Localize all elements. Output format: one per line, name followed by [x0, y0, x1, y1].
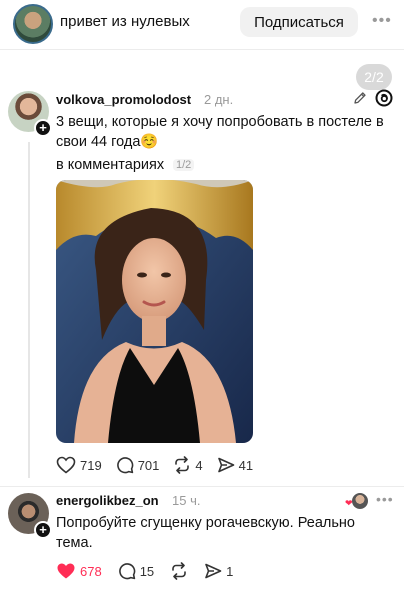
like-count: 719 [80, 457, 102, 473]
post-text: 3 вещи, которые я хочу попробовать в пос… [56, 114, 384, 150]
comment-text: Попробуйте сгущенку рогачевскую. Реально… [56, 515, 355, 551]
comment-repost-action[interactable] [170, 562, 188, 580]
comment-like-action[interactable]: 678 [56, 562, 102, 580]
share-action[interactable]: 41 [217, 456, 253, 474]
post-actions: 719 701 4 41 [56, 456, 253, 474]
post-timestamp: 2 дн. [204, 92, 234, 107]
send-icon [205, 563, 222, 579]
pencil-icon[interactable] [352, 90, 368, 106]
comment-author-username[interactable]: energolikbez_on [56, 493, 159, 508]
post-author-username[interactable]: volkova_promolodost [56, 92, 191, 107]
follow-plus-icon[interactable]: + [34, 119, 52, 137]
page-indicator-badge: 2/2 [356, 64, 392, 90]
comment-reply-count: 15 [139, 563, 155, 579]
more-horizontal-icon[interactable]: ••• [372, 12, 392, 30]
repost-icon [172, 562, 186, 580]
comment-reply-action[interactable]: 15 [118, 562, 154, 580]
comments-link[interactable]: в комментариях [56, 157, 164, 173]
comment-icon [118, 563, 136, 580]
threads-icon[interactable] [375, 89, 393, 107]
header-divider [0, 49, 404, 50]
like-action[interactable]: 719 [56, 456, 102, 474]
liked-by-author-avatar [352, 493, 368, 509]
reply-action[interactable]: 701 [116, 456, 160, 474]
share-count: 41 [238, 457, 254, 473]
comment-more-icon[interactable]: ••• [376, 491, 394, 507]
follow-plus-icon[interactable]: + [34, 521, 52, 539]
top-bar: привет из нулевых Подписаться ••• [0, 0, 404, 48]
comment-icon [116, 457, 134, 474]
repost-action[interactable]: 4 [173, 456, 203, 474]
post-divider [0, 486, 404, 487]
comment-timestamp: 15 ч. [172, 493, 201, 508]
repost-icon [175, 456, 190, 474]
comment-like-count: 678 [80, 563, 102, 579]
reply-count: 701 [137, 457, 160, 473]
comment-actions: 678 15 1 [56, 562, 233, 580]
repost-count: 4 [195, 457, 203, 473]
comments-count-badge: 1/2 [173, 159, 195, 171]
send-icon [217, 457, 234, 473]
comment-share-count: 1 [226, 563, 234, 579]
community-title[interactable]: привет из нулевых [60, 13, 190, 30]
subscribe-button[interactable]: Подписаться [240, 7, 358, 37]
heart-icon [56, 456, 76, 474]
comment-share-action[interactable]: 1 [204, 562, 233, 580]
heart-filled-icon [57, 563, 75, 579]
thread-connector-line [28, 142, 30, 478]
community-avatar[interactable] [13, 4, 53, 44]
post-photo[interactable] [56, 180, 253, 443]
